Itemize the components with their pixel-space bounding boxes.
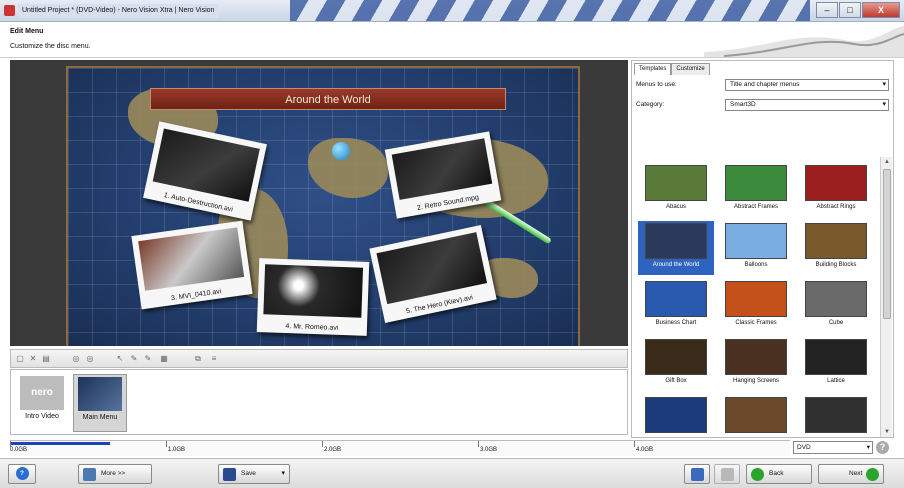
template-item[interactable]: Building Blocks xyxy=(798,221,874,275)
menu-preview[interactable]: Around the World 1. Auto-Destruction.avi… xyxy=(10,60,628,346)
app-icon xyxy=(4,5,15,16)
disc-type-select[interactable]: DVD ▾ xyxy=(793,441,873,454)
disc-type-value: DVD xyxy=(797,444,811,451)
template-item[interactable]: Abstract Rings xyxy=(798,163,874,217)
capacity-fill xyxy=(10,442,110,445)
template-item[interactable]: Abstract Frames xyxy=(718,163,794,217)
save-button[interactable]: Save ▾ xyxy=(218,464,290,484)
save-icon[interactable]: ▤ xyxy=(41,354,51,364)
capacity-label: 3.0GB xyxy=(480,447,498,453)
tray-item-intro-video[interactable]: nero Intro Video xyxy=(15,374,69,432)
gallery-scrollbar[interactable]: ▲ ▼ xyxy=(880,157,892,437)
titlebar-decoration xyxy=(290,0,810,21)
template-item[interactable]: Cube xyxy=(798,279,874,333)
pen-icon[interactable]: ✎ xyxy=(129,354,139,364)
grid-icon[interactable]: ▦ xyxy=(159,354,169,364)
chevron-down-icon: ▾ xyxy=(882,81,886,88)
next-arrow-icon xyxy=(866,468,879,481)
template-item[interactable] xyxy=(798,395,874,437)
templates-panel: Templates Customize Menus to use: Title … xyxy=(631,60,894,438)
disc-help-icon[interactable]: ? xyxy=(876,441,889,454)
bottom-bar: ? More >> Save ▾ Back Next xyxy=(0,458,904,488)
scrollbar-thumb[interactable] xyxy=(883,169,891,319)
back-button[interactable]: Back xyxy=(746,464,812,484)
capacity-label: 1.0GB xyxy=(168,447,186,453)
chevron-down-icon: ▾ xyxy=(866,444,870,451)
help-icon: ? xyxy=(15,467,29,480)
menus-dropdown-value: Title and chapter menus xyxy=(730,81,800,88)
page-subtitle: Customize the disc menu. xyxy=(10,43,91,50)
menus-label: Menus to use: xyxy=(636,81,677,88)
template-item[interactable] xyxy=(638,395,714,437)
template-item[interactable]: Gift Box xyxy=(638,337,714,391)
chapter-label: 4. Mr. Romeo.avi xyxy=(285,323,339,332)
header-swoosh xyxy=(704,26,904,57)
template-item[interactable]: Classic Frames xyxy=(718,279,794,333)
pen-icon[interactable]: ✎ xyxy=(143,354,153,364)
template-item[interactable]: Business Chart xyxy=(638,279,714,333)
scroll-up-icon[interactable]: ▲ xyxy=(881,157,893,167)
tray-item-label: Main Menu xyxy=(82,414,118,421)
help-button[interactable]: ? xyxy=(8,464,36,484)
capacity-label: 4.0GB xyxy=(636,447,654,453)
menu-tray: nero Intro Video Main Menu xyxy=(10,369,628,435)
template-item[interactable]: Lattice xyxy=(798,337,874,391)
nero-logo: nero xyxy=(20,376,64,410)
window-controls: – □ X xyxy=(816,2,900,18)
cursor-icon[interactable]: ↖ xyxy=(115,354,125,364)
template-item[interactable]: Balloons xyxy=(718,221,794,275)
window-title: Untitled Project * (DVD-Video) - Nero Vi… xyxy=(18,4,219,18)
maximize-button[interactable]: □ xyxy=(839,2,861,18)
template-item[interactable] xyxy=(718,395,794,437)
circle-icon[interactable]: ◎ xyxy=(71,354,81,364)
align-icon[interactable]: ≡ xyxy=(209,354,219,364)
category-dropdown[interactable]: Smart3D ▾ xyxy=(725,99,889,111)
page-icon[interactable]: ▢ xyxy=(15,354,25,364)
close-button[interactable]: X xyxy=(862,2,900,18)
chevron-down-icon: ▾ xyxy=(882,101,886,108)
globe-icon xyxy=(332,142,350,160)
back-arrow-icon xyxy=(751,468,764,481)
floppy-icon xyxy=(223,468,236,481)
undo-button[interactable] xyxy=(684,464,710,484)
undo-icon xyxy=(691,468,704,481)
menu-title-banner[interactable]: Around the World xyxy=(150,88,506,110)
template-item[interactable]: Abacus xyxy=(638,163,714,217)
menus-dropdown[interactable]: Title and chapter menus ▾ xyxy=(725,79,889,91)
tray-item-main-menu[interactable]: Main Menu xyxy=(73,374,127,432)
more-button[interactable]: More >> xyxy=(78,464,152,484)
redo-button[interactable] xyxy=(714,464,740,484)
disc-capacity-bar: 0.0GB 1.0GB 2.0GB 3.0GB 4.0GB xyxy=(10,440,790,456)
chevron-down-icon: ▾ xyxy=(281,470,285,477)
next-button[interactable]: Next xyxy=(818,464,884,484)
category-dropdown-value: Smart3D xyxy=(730,101,756,108)
capacity-label: 2.0GB xyxy=(324,447,342,453)
edit-toolbar: ▢ ✕ ▤ ◎ ◎ ↖ ✎ ✎ ▦ ⧉ ≡ xyxy=(10,349,628,368)
page-header: Edit Menu Customize the disc menu. xyxy=(0,22,904,58)
film-icon xyxy=(83,468,96,481)
copy-icon[interactable]: ⧉ xyxy=(193,354,203,364)
template-item-selected[interactable]: Around the World xyxy=(638,221,714,275)
template-item[interactable]: Hanging Screens xyxy=(718,337,794,391)
category-label: Category: xyxy=(636,101,665,108)
chapter-button-4[interactable]: 4. Mr. Romeo.avi xyxy=(256,258,370,336)
redo-icon xyxy=(721,468,734,481)
delete-icon[interactable]: ✕ xyxy=(28,354,38,364)
panel-tabs: Templates Customize xyxy=(634,63,710,75)
template-gallery: Abacus Abstract Frames Abstract Rings Ar… xyxy=(634,157,880,437)
tab-templates[interactable]: Templates xyxy=(634,63,672,75)
tab-customize[interactable]: Customize xyxy=(671,63,710,75)
circle-icon[interactable]: ◎ xyxy=(85,354,95,364)
window-titlebar: Untitled Project * (DVD-Video) - Nero Vi… xyxy=(0,0,904,22)
chapter-button-3[interactable]: 3. MVI_0410.avi xyxy=(131,220,253,310)
scroll-down-icon[interactable]: ▼ xyxy=(881,427,893,437)
minimize-button[interactable]: – xyxy=(816,2,838,18)
capacity-label: 0.0GB xyxy=(10,447,28,453)
tray-item-label: Intro Video xyxy=(25,413,59,420)
page-title: Edit Menu xyxy=(10,28,44,35)
